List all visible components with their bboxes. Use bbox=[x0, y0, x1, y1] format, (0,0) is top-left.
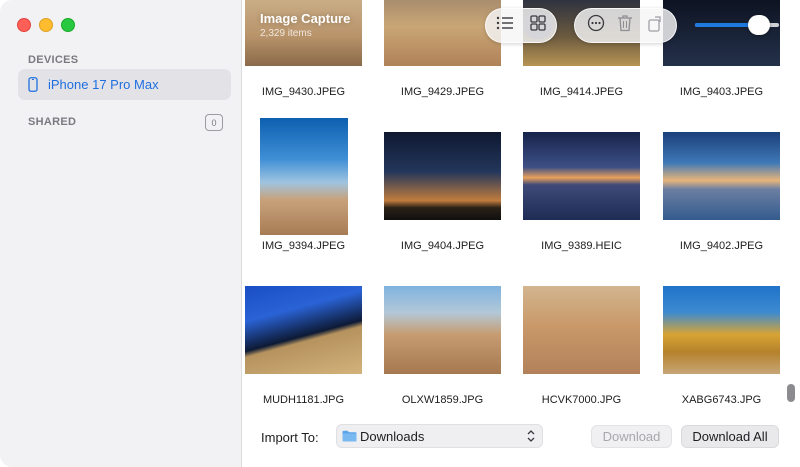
folder-icon bbox=[342, 430, 357, 442]
minimize-window-button[interactable] bbox=[39, 18, 53, 32]
photo-filename: OLXW1859.JPG bbox=[401, 394, 484, 406]
close-window-button[interactable] bbox=[17, 18, 31, 32]
photo-filename: IMG_9430.JPEG bbox=[261, 86, 346, 98]
import-to-label: Import To: bbox=[261, 430, 319, 445]
sidebar: DEVICES iPhone 17 Pro Max SHARED 0 bbox=[0, 0, 242, 467]
import-destination-select[interactable]: Downloads bbox=[336, 424, 543, 448]
more-actions-button[interactable] bbox=[583, 13, 609, 39]
window-title-area: Image Capture 2,329 items bbox=[260, 11, 350, 39]
grid-icon bbox=[529, 15, 546, 36]
list-view-button[interactable] bbox=[490, 12, 519, 39]
destination-value: Downloads bbox=[360, 428, 425, 444]
photo-filename: IMG_9414.JPEG bbox=[539, 86, 624, 98]
slider-knob[interactable] bbox=[747, 15, 770, 35]
photo-filename: IMG_9404.JPEG bbox=[400, 240, 485, 252]
download-all-button[interactable]: Download All bbox=[681, 425, 779, 448]
ellipsis-circle-icon bbox=[587, 14, 605, 37]
photo-filename: IMG_9429.JPEG bbox=[400, 86, 485, 98]
photo-thumbnail[interactable] bbox=[663, 286, 780, 374]
photo-grid: IMG_9430.JPEG IMG_9429.JPEG IMG_9414.JPE… bbox=[242, 0, 800, 467]
item-count: 2,329 items bbox=[260, 28, 312, 39]
shared-section-label: SHARED bbox=[28, 116, 77, 128]
grid-view-button[interactable] bbox=[523, 12, 552, 39]
zoom-window-button[interactable] bbox=[61, 18, 75, 32]
shared-count-badge: 0 bbox=[205, 114, 223, 131]
iphone-icon bbox=[28, 77, 38, 92]
window-controls bbox=[17, 18, 75, 32]
photo-thumbnail[interactable] bbox=[663, 132, 780, 220]
list-icon bbox=[496, 16, 514, 35]
trash-icon bbox=[617, 14, 633, 37]
view-mode-toggle bbox=[485, 8, 557, 43]
devices-section-label: DEVICES bbox=[28, 54, 79, 66]
photo-filename: IMG_9394.JPEG bbox=[261, 240, 346, 252]
photo-thumbnail[interactable] bbox=[384, 0, 501, 66]
chevron-up-down-icon bbox=[527, 429, 535, 443]
photo-thumbnail[interactable] bbox=[523, 132, 640, 220]
sidebar-item-iphone[interactable]: iPhone 17 Pro Max bbox=[18, 69, 231, 100]
photo-filename: XABG6743.JPG bbox=[681, 394, 762, 406]
photo-filename: HCVK7000.JPG bbox=[541, 394, 622, 406]
photo-thumbnail[interactable] bbox=[260, 118, 348, 235]
scrollbar-thumb[interactable] bbox=[787, 384, 795, 402]
photo-filename: IMG_9389.HEIC bbox=[541, 240, 622, 252]
photo-filename: IMG_9403.JPEG bbox=[679, 86, 764, 98]
photo-thumbnail[interactable] bbox=[245, 286, 362, 374]
rotate-icon bbox=[647, 14, 663, 37]
photo-filename: IMG_9402.JPEG bbox=[679, 240, 764, 252]
photo-thumbnail[interactable] bbox=[384, 286, 501, 374]
photo-thumbnail[interactable] bbox=[384, 132, 501, 220]
app-title: Image Capture bbox=[260, 11, 351, 26]
photo-actions bbox=[574, 8, 677, 43]
photo-thumbnail[interactable] bbox=[523, 286, 640, 374]
rotate-button[interactable] bbox=[642, 13, 668, 39]
photo-filename: MUDH1181.JPG bbox=[262, 394, 345, 406]
download-button[interactable]: Download bbox=[591, 425, 672, 448]
thumbnail-size-slider[interactable] bbox=[695, 13, 779, 37]
device-name: iPhone 17 Pro Max bbox=[48, 77, 159, 92]
delete-button[interactable] bbox=[612, 13, 638, 39]
